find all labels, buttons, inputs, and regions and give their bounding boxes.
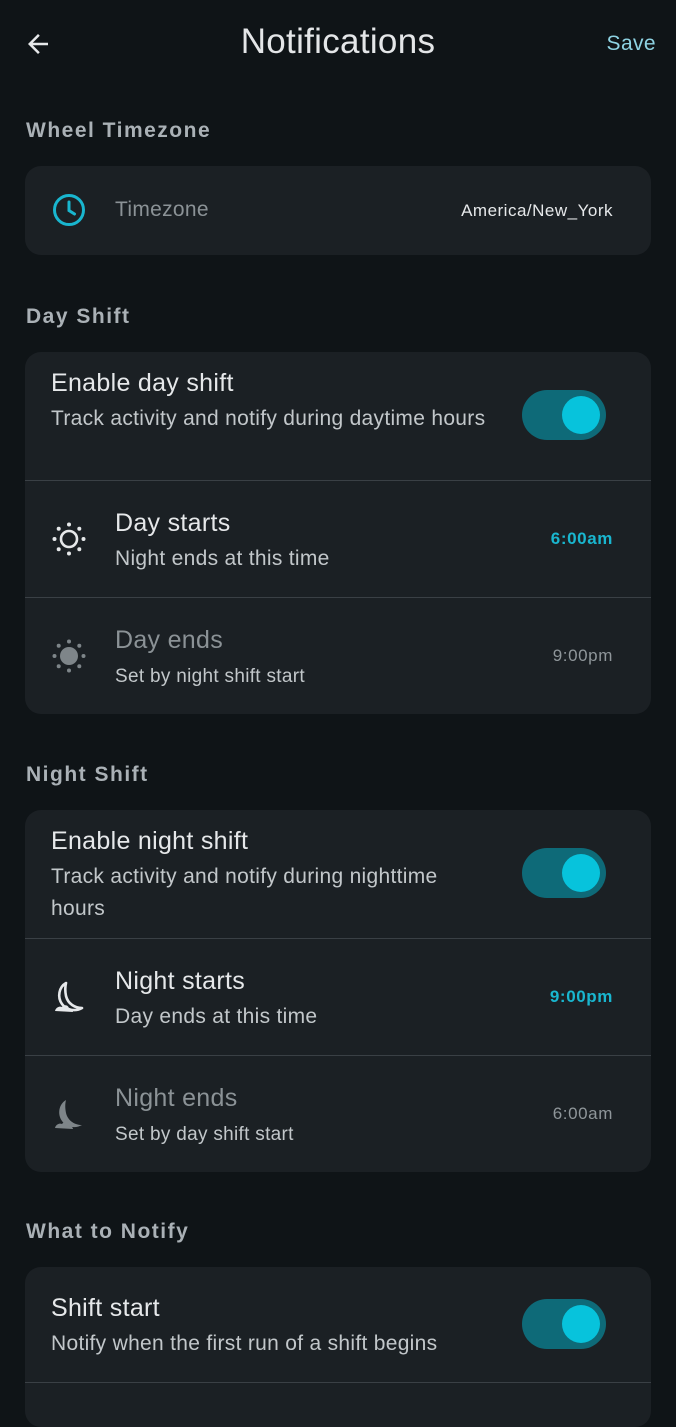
enable-day-shift-subtitle: Track activity and notify during daytime… bbox=[51, 407, 486, 430]
night-starts-row[interactable]: Night starts Day ends at this time 9:00p… bbox=[25, 938, 651, 1055]
sun-icon bbox=[52, 522, 86, 556]
night-ends-subtitle: Set by day shift start bbox=[115, 1124, 294, 1145]
day-starts-row[interactable]: Day starts Night ends at this time 6:00a… bbox=[25, 480, 651, 597]
sun-filled-icon bbox=[52, 639, 86, 673]
enable-night-shift-title: Enable night shift bbox=[51, 827, 249, 855]
day-ends-title: Day ends bbox=[115, 626, 224, 654]
timezone-value: America/New_York bbox=[461, 201, 613, 220]
app-bar: Notifications Save bbox=[0, 0, 676, 90]
section-label-wheel-timezone: Wheel Timezone bbox=[26, 119, 212, 142]
shift-start-title: Shift start bbox=[51, 1294, 160, 1322]
section-label-day-shift: Day Shift bbox=[26, 305, 131, 328]
shift-start-row[interactable]: Shift start Notify when the first run of… bbox=[25, 1267, 651, 1383]
toggle-knob bbox=[562, 396, 600, 434]
toggle-knob bbox=[562, 854, 600, 892]
what-to-notify-card: Shift start Notify when the first run of… bbox=[25, 1267, 651, 1427]
day-shift-card: Enable day shift Track activity and noti… bbox=[25, 352, 651, 714]
day-ends-time: 9:00pm bbox=[552, 646, 613, 665]
night-starts-title: Night starts bbox=[115, 967, 246, 995]
timezone-label: Timezone bbox=[115, 198, 209, 221]
toggle-knob bbox=[562, 1305, 600, 1343]
day-starts-subtitle: Night ends at this time bbox=[115, 547, 330, 570]
enable-night-shift-subtitle: Track activity and notify during nightti… bbox=[51, 865, 438, 920]
clock-icon bbox=[53, 194, 85, 226]
moon-filled-icon bbox=[55, 1100, 82, 1129]
moon-icon bbox=[55, 981, 84, 1012]
enable-day-shift-row[interactable]: Enable day shift Track activity and noti… bbox=[25, 352, 651, 480]
section-label-night-shift: Night Shift bbox=[26, 763, 149, 786]
day-ends-subtitle: Set by night shift start bbox=[115, 666, 305, 687]
shift-start-subtitle: Notify when the first run of a shift beg… bbox=[51, 1332, 438, 1355]
night-shift-card: Enable night shift Track activity and no… bbox=[25, 810, 651, 1172]
day-starts-time[interactable]: 6:00am bbox=[551, 529, 613, 549]
enable-night-shift-row[interactable]: Enable night shift Track activity and no… bbox=[25, 810, 651, 938]
section-label-what-to-notify: What to Notify bbox=[26, 1220, 190, 1243]
night-ends-title: Night ends bbox=[115, 1084, 238, 1112]
timezone-row[interactable]: Timezone America/New_York bbox=[25, 166, 651, 255]
night-ends-row: Night ends Set by day shift start 6:00am bbox=[25, 1055, 651, 1172]
day-ends-row: Day ends Set by night shift start 9:00pm bbox=[25, 597, 651, 714]
enable-day-shift-title: Enable day shift bbox=[51, 369, 234, 397]
night-starts-subtitle: Day ends at this time bbox=[115, 1005, 318, 1028]
save-button[interactable]: Save bbox=[607, 32, 656, 56]
night-ends-time: 6:00am bbox=[552, 1104, 613, 1123]
page-title: Notifications bbox=[240, 22, 436, 61]
night-starts-time[interactable]: 9:00pm bbox=[550, 987, 613, 1007]
night-shift-toggle[interactable] bbox=[522, 848, 606, 898]
day-shift-toggle[interactable] bbox=[522, 390, 606, 440]
timezone-card: Timezone America/New_York bbox=[25, 166, 651, 255]
day-starts-title: Day starts bbox=[115, 509, 231, 537]
shift-start-toggle[interactable] bbox=[522, 1299, 606, 1349]
